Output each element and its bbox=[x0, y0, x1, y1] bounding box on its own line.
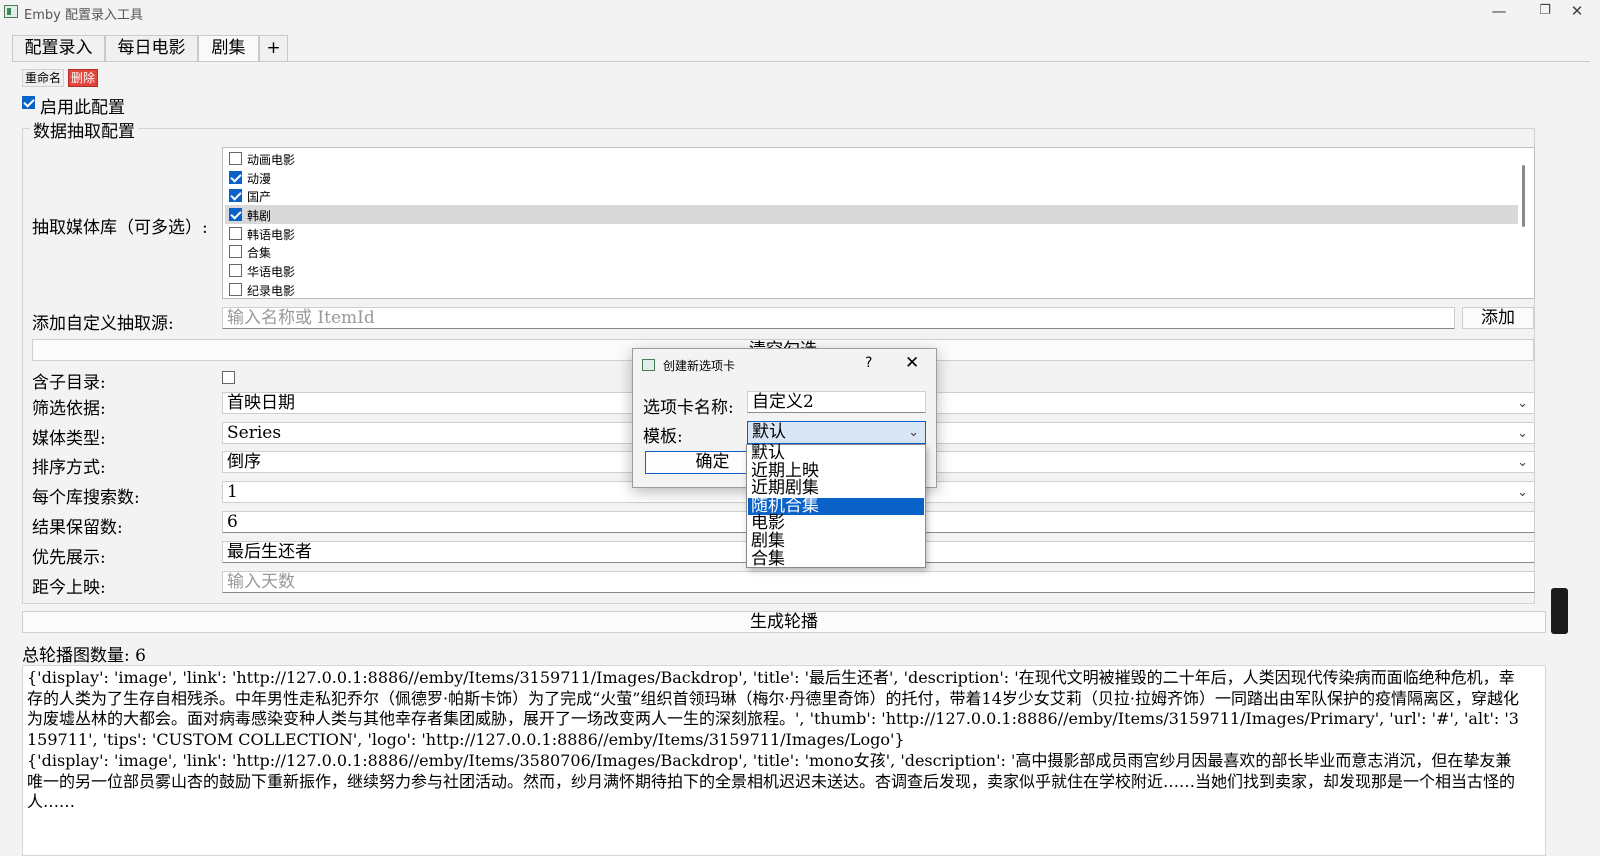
enable-label: 启用此配置 bbox=[40, 98, 125, 118]
list-item[interactable]: 合集 bbox=[225, 242, 1518, 261]
subdir-checkbox[interactable] bbox=[222, 371, 235, 384]
priority-label: 优先展示: bbox=[32, 548, 106, 568]
delete-button[interactable]: 删除 bbox=[68, 69, 99, 87]
library-checkbox[interactable] bbox=[229, 245, 242, 258]
library-list[interactable]: 动画电影 动漫 国产 韩剧 韩语电影 合集 华语电影 纪录电影 bbox=[222, 147, 1535, 299]
enable-checkbox[interactable] bbox=[22, 96, 35, 109]
library-name: 动画电影 bbox=[247, 153, 296, 167]
chevron-down-icon: ⌄ bbox=[1517, 485, 1528, 500]
result-content: {'display': 'image', 'link': 'http://127… bbox=[27, 668, 1519, 812]
tab-name-value: 自定义2 bbox=[752, 392, 814, 412]
chevron-down-icon: ⌄ bbox=[908, 425, 919, 440]
minimize-button[interactable]: — bbox=[1476, 0, 1522, 22]
list-item[interactable]: 韩剧 bbox=[225, 205, 1518, 224]
filter-value: 首映日期 bbox=[227, 393, 295, 413]
library-checkbox[interactable] bbox=[229, 264, 242, 277]
template-option[interactable]: 默认 bbox=[748, 445, 924, 463]
template-option[interactable]: 合集 bbox=[748, 550, 924, 569]
template-dropdown[interactable]: 默认 近期上映 近期剧集 随机合集 电影 剧集 合集 bbox=[746, 444, 926, 568]
keep-count-label: 结果保留数: bbox=[32, 518, 123, 538]
library-name: 纪录电影 bbox=[247, 284, 296, 298]
rename-button[interactable]: 重命名 bbox=[22, 69, 65, 87]
chevron-down-icon: ⌄ bbox=[1517, 455, 1528, 470]
generate-button[interactable]: 生成轮播 bbox=[22, 611, 1546, 633]
list-item[interactable]: 华语电影 bbox=[225, 261, 1518, 280]
filter-label: 筛选依据: bbox=[32, 399, 106, 419]
side-handle[interactable] bbox=[1551, 588, 1568, 634]
result-textarea[interactable]: {'display': 'image', 'link': 'http://127… bbox=[22, 665, 1546, 856]
libraries-label: 抽取媒体库（可多选）: bbox=[32, 218, 208, 238]
library-checkbox[interactable] bbox=[229, 189, 242, 202]
help-icon[interactable]: ? bbox=[865, 355, 872, 371]
per-library-label: 每个库搜索数: bbox=[32, 488, 140, 508]
close-icon[interactable]: ✕ bbox=[905, 353, 919, 373]
library-checkbox[interactable] bbox=[229, 227, 242, 240]
list-item[interactable]: 国产 bbox=[225, 186, 1518, 205]
custom-source-label: 添加自定义抽取源: bbox=[32, 314, 174, 334]
days-label: 距今上映: bbox=[32, 578, 106, 598]
chevron-down-icon: ⌄ bbox=[1517, 396, 1528, 411]
per-library-value: 1 bbox=[227, 482, 238, 502]
chevron-down-icon: ⌄ bbox=[1517, 426, 1528, 441]
media-type-label: 媒体类型: bbox=[32, 429, 106, 449]
tab-series[interactable]: 剧集 bbox=[198, 35, 259, 62]
tab-daily-movie[interactable]: 每日电影 bbox=[105, 35, 198, 61]
library-checkbox[interactable] bbox=[229, 208, 242, 221]
library-checkbox[interactable] bbox=[229, 152, 242, 165]
library-name: 韩语电影 bbox=[247, 228, 296, 242]
tab-add[interactable]: + bbox=[259, 35, 288, 61]
tab-name-input[interactable]: 自定义2 bbox=[747, 391, 926, 413]
template-label: 模板: bbox=[643, 427, 683, 447]
custom-source-input[interactable]: 输入名称或 ItemId bbox=[222, 307, 1455, 329]
dialog-icon bbox=[642, 359, 655, 371]
media-type-value: Series bbox=[227, 423, 282, 443]
list-item[interactable]: 动画电影 bbox=[225, 149, 1518, 168]
list-item[interactable]: 动漫 bbox=[225, 168, 1518, 187]
library-scrollbar[interactable] bbox=[1522, 165, 1525, 227]
priority-value: 最后生还者 bbox=[227, 542, 312, 562]
library-name: 国产 bbox=[247, 190, 272, 204]
add-button[interactable]: 添加 bbox=[1462, 307, 1534, 329]
total-count-label: 总轮播图数量: 6 bbox=[22, 646, 146, 666]
days-input[interactable]: 输入天数 bbox=[222, 571, 1535, 593]
template-option[interactable]: 剧集 bbox=[748, 533, 924, 551]
title-bar bbox=[0, 0, 1600, 24]
sort-label: 排序方式: bbox=[32, 458, 106, 478]
library-checkbox[interactable] bbox=[229, 283, 242, 296]
custom-source-placeholder: 输入名称或 ItemId bbox=[227, 308, 375, 328]
library-name: 动漫 bbox=[247, 172, 272, 186]
library-name: 韩剧 bbox=[247, 209, 272, 223]
library-name: 合集 bbox=[247, 246, 272, 260]
days-placeholder: 输入天数 bbox=[227, 572, 295, 592]
window-title: Emby 配置录入工具 bbox=[24, 8, 143, 23]
app-icon bbox=[4, 5, 18, 18]
group-title: 数据抽取配置 bbox=[30, 117, 138, 142]
dialog-title: 创建新选项卡 bbox=[663, 359, 736, 373]
tab-divider bbox=[12, 61, 1590, 62]
template-value: 默认 bbox=[752, 422, 786, 442]
keep-count-value: 6 bbox=[227, 512, 238, 532]
list-item[interactable]: 韩语电影 bbox=[225, 224, 1518, 243]
tab-name-label: 选项卡名称: bbox=[643, 398, 734, 418]
library-name: 华语电影 bbox=[247, 265, 296, 279]
list-item[interactable]: 纪录电影 bbox=[225, 280, 1518, 298]
library-checkbox[interactable] bbox=[229, 171, 242, 184]
tab-config-entry[interactable]: 配置录入 bbox=[12, 35, 105, 61]
template-select[interactable]: 默认 ⌄ bbox=[747, 421, 926, 444]
close-button[interactable]: ✕ bbox=[1554, 0, 1600, 22]
sort-value: 倒序 bbox=[227, 452, 261, 472]
subdir-label: 含子目录: bbox=[32, 373, 106, 393]
